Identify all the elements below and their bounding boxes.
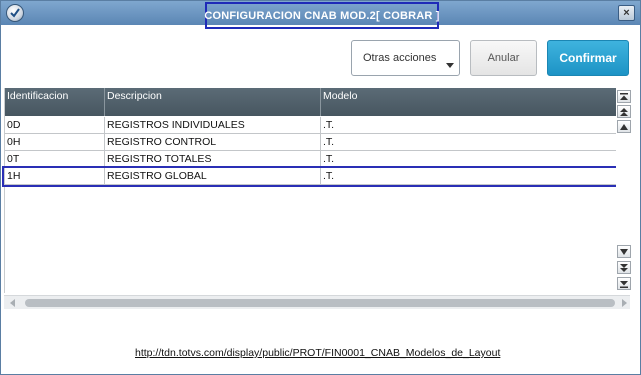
window-title: CONFIGURACION CNAB MOD.2[ COBRAR ] xyxy=(204,9,440,22)
cell-identificacion: 0D xyxy=(5,117,105,134)
column-header-descripcion[interactable]: Descripcion xyxy=(105,88,321,116)
chevron-up-double-icon xyxy=(620,107,628,116)
window-title-highlight: CONFIGURACION CNAB MOD.2[ COBRAR ] xyxy=(204,2,440,29)
scroll-top-button[interactable] xyxy=(617,90,631,103)
scroll-down-button[interactable] xyxy=(617,245,631,258)
cancel-button[interactable]: Anular xyxy=(470,40,537,76)
cell-descripcion: REGISTRO GLOBAL xyxy=(105,168,321,185)
table-row[interactable]: 0T REGISTRO TOTALES .T. xyxy=(5,151,617,168)
table-row[interactable]: 0D REGISTROS INDIVIDUALES .T. xyxy=(5,117,617,134)
cell-modelo: .T. xyxy=(323,170,335,182)
cell-identificacion: 1H xyxy=(5,168,105,185)
documentation-link[interactable]: http://tdn.totvs.com/display/public/PROT… xyxy=(135,347,500,359)
confirm-button[interactable]: Confirmar xyxy=(547,40,629,76)
grid-header: Identificacion Descripcion Modelo xyxy=(5,88,617,116)
table-row-selected[interactable]: 1H REGISTRO GLOBAL .T. xyxy=(5,168,617,185)
cell-identificacion: 0T xyxy=(5,151,105,168)
confirm-label: Confirmar xyxy=(559,51,617,65)
data-grid: Identificacion Descripcion Modelo 0D REG… xyxy=(4,88,617,293)
cell-descripcion: REGISTRO CONTROL xyxy=(105,134,321,151)
cell-descripcion: REGISTROS INDIVIDUALES xyxy=(105,117,321,134)
title-bar: CONFIGURACION CNAB MOD.2[ COBRAR ] × xyxy=(1,1,640,29)
scroll-page-up-button[interactable] xyxy=(617,105,631,118)
chevron-down-double-icon xyxy=(620,263,628,272)
chevron-down-icon xyxy=(620,248,628,255)
close-icon: × xyxy=(623,7,630,19)
chevron-up-icon xyxy=(620,123,628,130)
double-chevron-up-icon xyxy=(620,92,628,100)
double-chevron-down-icon xyxy=(620,280,628,288)
cell-modelo: .T. xyxy=(323,136,335,148)
cell-identificacion: 0H xyxy=(5,134,105,151)
scroll-bottom-button[interactable] xyxy=(617,277,631,290)
column-header-modelo[interactable]: Modelo xyxy=(321,88,617,116)
scroll-left-icon[interactable] xyxy=(10,299,15,307)
vertical-scrollbar[interactable] xyxy=(616,88,633,293)
scroll-up-button[interactable] xyxy=(617,120,631,133)
horizontal-scrollbar[interactable] xyxy=(4,295,630,309)
chevron-down-icon xyxy=(446,63,454,68)
scroll-right-icon[interactable] xyxy=(622,299,627,307)
column-header-identificacion[interactable]: Identificacion xyxy=(5,88,105,116)
horizontal-scroll-thumb[interactable] xyxy=(25,299,615,307)
other-actions-dropdown[interactable]: Otras acciones xyxy=(351,40,460,76)
cancel-label: Anular xyxy=(487,52,520,64)
scroll-page-down-button[interactable] xyxy=(617,261,631,274)
dialog-window: CONFIGURACION CNAB MOD.2[ COBRAR ] × Otr… xyxy=(0,0,641,375)
close-button[interactable]: × xyxy=(618,5,635,21)
table-row[interactable]: 0H REGISTRO CONTROL .T. xyxy=(5,134,617,151)
other-actions-label: Otras acciones xyxy=(363,52,437,64)
totvs-logo-icon xyxy=(6,4,24,22)
cell-descripcion: REGISTRO TOTALES xyxy=(105,151,321,168)
cell-modelo: .T. xyxy=(323,119,335,131)
cell-modelo: .T. xyxy=(323,153,335,165)
